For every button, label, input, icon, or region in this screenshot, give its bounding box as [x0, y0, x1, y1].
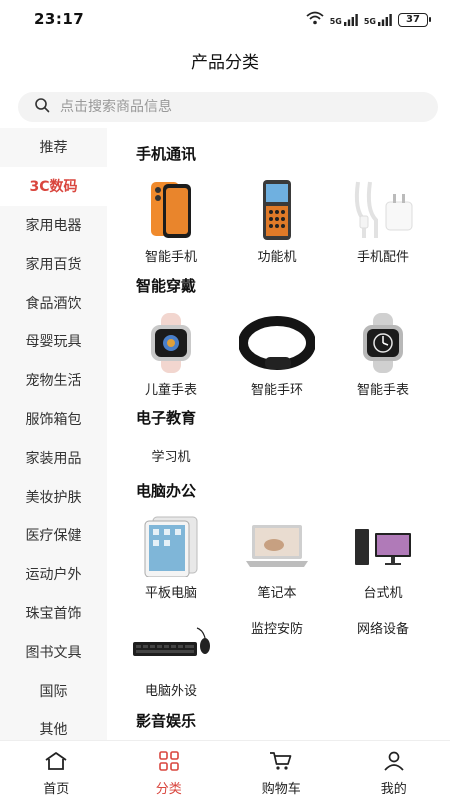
desktop-image — [343, 514, 423, 578]
product-label: 学习机 — [151, 450, 191, 465]
kids-watch-image — [131, 311, 211, 375]
product-label: 智能手机 — [144, 250, 197, 265]
product-surveillance[interactable]: 监控安防 — [227, 618, 327, 637]
sidebar-item-international[interactable]: 国际 — [0, 671, 107, 710]
smartphone-image — [131, 178, 211, 242]
product-smart-band[interactable]: 智能手环 — [227, 311, 327, 398]
sidebar-item-pet-life[interactable]: 宠物生活 — [0, 361, 107, 400]
sidebar-item-recommend[interactable]: 推荐 — [0, 128, 107, 167]
sidebar-item-apparel-bags[interactable]: 服饰箱包 — [0, 400, 107, 439]
product-peripherals[interactable]: 电脑外设 — [121, 612, 221, 699]
category-grid-icon — [158, 751, 180, 775]
search-input[interactable] — [60, 99, 400, 115]
product-label: 电脑外设 — [144, 684, 197, 699]
sidebar-item-other[interactable]: 其他 — [0, 710, 107, 740]
smart-band-image — [237, 311, 317, 375]
tab-category[interactable]: 分类 — [113, 741, 226, 800]
section-title-entertainment: 影音娱乐 — [136, 712, 197, 730]
section-title-office: 电脑办公 — [136, 482, 197, 500]
status-icons: 5G 5G 37 — [306, 10, 431, 29]
smartwatch-image — [343, 311, 423, 375]
sidebar-item-food-drinks[interactable]: 食品酒饮 — [0, 283, 107, 322]
tab-label: 首页 — [43, 782, 70, 797]
laptop-image — [237, 514, 317, 578]
charger-image — [343, 178, 423, 242]
network-type-label: 5G — [363, 16, 376, 26]
user-icon — [383, 751, 405, 775]
product-smartwatch[interactable]: 智能手表 — [333, 311, 433, 398]
product-label: 智能手表 — [356, 383, 409, 398]
product-smartphone[interactable]: 智能手机 — [121, 178, 221, 265]
sidebar-item-household-goods[interactable]: 家用百货 — [0, 244, 107, 283]
product-label: 台式机 — [363, 586, 403, 601]
product-label: 智能手环 — [250, 383, 303, 398]
tab-profile[interactable]: 我的 — [338, 741, 450, 800]
tab-cart[interactable]: 购物车 — [225, 741, 338, 800]
tab-label: 分类 — [155, 782, 182, 797]
sidebar-item-sports-outdoor[interactable]: 运动户外 — [0, 555, 107, 594]
sidebar-item-3c-digital[interactable]: 3C数码 — [0, 166, 107, 206]
section-title-wearables: 智能穿戴 — [136, 277, 197, 295]
category-content: 手机通讯 智能手机 功能机 手机配件 智能穿戴 儿童手表 智能手环 智能手表 电… — [107, 128, 450, 740]
product-desktop[interactable]: 台式机 — [333, 514, 433, 601]
status-bar: 23:17 5G 5G 37 — [0, 0, 450, 38]
sidebar-item-medical-health[interactable]: 医疗保健 — [0, 516, 107, 555]
sidebar-item-beauty-skincare[interactable]: 美妆护肤 — [0, 477, 107, 516]
tab-home[interactable]: 首页 — [0, 741, 113, 800]
sidebar-item-books-stationery[interactable]: 图书文具 — [0, 632, 107, 671]
tab-label: 购物车 — [261, 782, 301, 797]
product-kids-watch[interactable]: 儿童手表 — [121, 311, 221, 398]
wifi-icon — [306, 10, 324, 29]
sidebar-item-home-appliances[interactable]: 家用电器 — [0, 206, 107, 245]
feature-phone-image — [237, 178, 317, 242]
keyboard-mouse-image — [131, 612, 211, 676]
product-feature-phone[interactable]: 功能机 — [227, 178, 327, 265]
product-label: 儿童手表 — [144, 383, 197, 398]
tablet-image — [131, 514, 211, 578]
page-title: 产品分类 — [191, 53, 259, 73]
product-label: 手机配件 — [356, 250, 409, 265]
sidebar-item-baby-toys[interactable]: 母婴玩具 — [0, 322, 107, 361]
product-label: 监控安防 — [250, 622, 303, 637]
sidebar-item-home-decor[interactable]: 家装用品 — [0, 438, 107, 477]
product-network-equipment[interactable]: 网络设备 — [333, 618, 433, 637]
product-label: 平板电脑 — [144, 586, 197, 601]
tab-label: 我的 — [380, 782, 407, 797]
home-icon — [44, 751, 68, 775]
signal-icon-1: 5G — [329, 13, 358, 26]
product-learning-machine[interactable]: 学习机 — [121, 446, 221, 465]
network-type-label: 5G — [329, 16, 342, 26]
product-phone-accessories[interactable]: 手机配件 — [333, 178, 433, 265]
sidebar-item-jewelry[interactable]: 珠宝首饰 — [0, 594, 107, 633]
search-bar[interactable] — [18, 92, 438, 122]
product-label: 笔记本 — [257, 586, 297, 601]
product-tablet[interactable]: 平板电脑 — [121, 514, 221, 601]
battery-indicator: 37 — [398, 12, 431, 27]
signal-icon-2: 5G — [363, 13, 392, 26]
product-label: 网络设备 — [356, 622, 409, 637]
section-title-education: 电子教育 — [136, 409, 197, 427]
section-title-phones: 手机通讯 — [136, 145, 197, 163]
product-laptop[interactable]: 笔记本 — [227, 514, 327, 601]
category-sidebar: 推荐 3C数码 家用电器 家用百货 食品酒饮 母婴玩具 宠物生活 服饰箱包 家装… — [0, 128, 107, 740]
product-label: 功能机 — [257, 250, 297, 265]
search-icon — [34, 97, 50, 117]
status-time: 23:17 — [34, 10, 85, 28]
cart-icon — [269, 751, 293, 775]
bottom-tab-bar: 首页 分类 购物车 我的 — [0, 740, 450, 800]
